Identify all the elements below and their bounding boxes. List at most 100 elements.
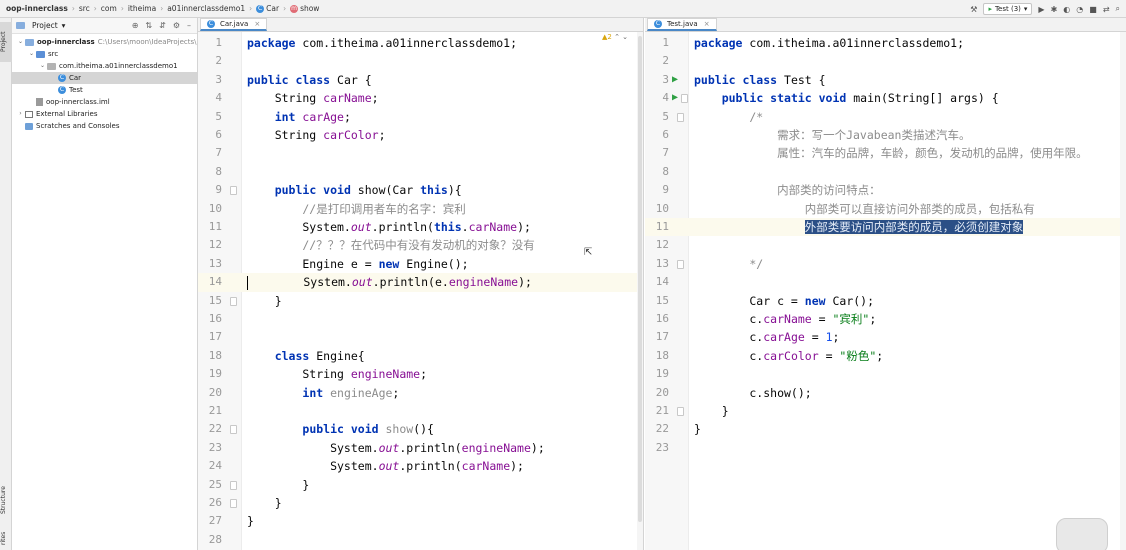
run-gutter-icon[interactable]: ▶ — [672, 74, 678, 86]
expand-all-icon[interactable]: ⇵ — [159, 21, 166, 30]
code-line[interactable]: 23 — [645, 439, 1126, 457]
breadcrumb-item[interactable]: C Car — [256, 4, 279, 13]
code-line[interactable]: 9 内部类的访问特点： — [645, 181, 1126, 199]
minimize-icon[interactable]: – — [187, 21, 191, 30]
code-line[interactable]: 7 属性：汽车的品牌，车龄，颜色，发动机的品牌，使用年限。 — [645, 144, 1126, 162]
run-config-select[interactable]: ▸ Test (3) ▾ — [983, 3, 1033, 15]
code-line[interactable]: 2 — [198, 52, 643, 70]
code-line[interactable]: 5 /* — [645, 108, 1126, 126]
run-icon[interactable]: ▶ — [1038, 5, 1044, 14]
tree-item[interactable]: C Car — [12, 72, 197, 84]
tree-item[interactable]: Scratches and Consoles — [12, 120, 197, 132]
tab-car-java[interactable]: C Car.java × — [200, 18, 268, 31]
code-line[interactable]: 28 — [198, 531, 643, 549]
code-line[interactable]: 1 package com.itheima.a01innerclassdemo1; — [198, 34, 643, 52]
tree-item[interactable]: oop-innerclass.iml — [12, 96, 197, 108]
breadcrumb-item[interactable]: m show — [290, 4, 319, 13]
code-line[interactable]: 26 } — [198, 494, 643, 512]
code-line[interactable]: 22} — [645, 420, 1126, 438]
code-line[interactable]: 10 //是打印调用者车的名字：宾利 — [198, 200, 643, 218]
code-line[interactable]: 14 System.out.println(e.engineName); — [198, 273, 643, 292]
fold-marker-icon[interactable] — [677, 259, 684, 269]
debug-icon[interactable]: ✱ — [1051, 5, 1058, 14]
code-line[interactable]: 8 — [645, 163, 1126, 181]
fold-marker-icon[interactable] — [677, 112, 684, 122]
code-line[interactable]: 13 Engine e = new Engine(); — [198, 255, 643, 273]
breadcrumb-item[interactable]: itheima — [128, 4, 156, 13]
fold-marker-icon[interactable] — [230, 499, 237, 508]
close-icon[interactable]: × — [704, 20, 710, 28]
code-line[interactable]: 17 — [198, 328, 643, 346]
code-line[interactable]: 18 class Engine{ — [198, 347, 643, 365]
code-line[interactable]: 24 System.out.println(carName); — [198, 457, 643, 475]
code-line[interactable]: 4 String carName; — [198, 89, 643, 107]
code-line[interactable]: 19 String engineName; — [198, 365, 643, 383]
code-line[interactable]: 5 int carAge; — [198, 108, 643, 126]
code-line[interactable]: 12 //？？？在代码中有没有发动机的对象？没有 — [198, 236, 643, 254]
stop-icon[interactable]: ■ — [1089, 5, 1097, 14]
tree-item[interactable]: › External Libraries — [12, 108, 197, 120]
tab-test-java[interactable]: C Test.java × — [647, 18, 717, 31]
code-line[interactable]: 22 public void show(){ — [198, 420, 643, 438]
search-icon[interactable]: ⌕ — [1116, 4, 1120, 14]
code-line[interactable]: 23 System.out.println(engineName); — [198, 439, 643, 457]
code-line[interactable]: 25 } — [198, 476, 643, 494]
tree-item[interactable]: ⌄ src — [12, 48, 197, 60]
other-tool-tab[interactable]: rites — [0, 526, 12, 550]
profile-icon[interactable]: ◔ — [1076, 5, 1083, 14]
code-line[interactable]: 17 c.carAge = 1; — [645, 328, 1126, 346]
fold-marker-icon[interactable] — [230, 186, 237, 196]
code-line[interactable]: 15 } — [198, 292, 643, 310]
inspection-widget[interactable]: ▲2 ⌃ ⌄ — [602, 33, 628, 41]
close-icon[interactable]: × — [254, 20, 260, 28]
breadcrumb-item[interactable]: src — [79, 4, 90, 13]
code-line[interactable]: 4 ▶ public static void main(String[] args… — [645, 89, 1126, 107]
breadcrumb-item[interactable]: com — [101, 4, 117, 13]
fold-marker-icon[interactable] — [230, 425, 237, 435]
code-line[interactable]: 11 外部类要访问内部类的成员，必须创建对象 — [645, 218, 1126, 237]
code-line[interactable]: 6 String carColor; — [198, 126, 643, 144]
code-line[interactable]: 18 c.carColor = "粉色"; — [645, 347, 1126, 365]
tree-item[interactable]: C Test — [12, 84, 197, 96]
code-line[interactable]: 20 int engineAge; — [198, 384, 643, 402]
code-line[interactable]: 13 */ — [645, 255, 1126, 273]
translate-icon[interactable]: ⇄ — [1103, 5, 1110, 14]
chevron-icon[interactable]: › — [16, 108, 25, 120]
chevron-down-icon[interactable]: ▾ — [62, 21, 66, 30]
code-line[interactable]: 21 } — [645, 402, 1126, 420]
chevron-icon[interactable]: ⌄ — [16, 36, 25, 48]
breadcrumb-item[interactable]: oop-innerclass — [6, 4, 68, 13]
code-line[interactable]: 6 需求：写一个Javabean类描述汽车。 — [645, 126, 1126, 144]
code-line[interactable]: 20 c.show(); — [645, 384, 1126, 402]
code-line[interactable]: 10 内部类可以直接访问外部类的成员，包括私有 — [645, 200, 1126, 218]
code-line[interactable]: 9 public void show(Car this){ — [198, 181, 643, 199]
fold-marker-icon[interactable] — [677, 407, 684, 416]
fold-marker-icon[interactable] — [230, 480, 237, 490]
code-line[interactable]: 14 — [645, 273, 1126, 291]
breadcrumb-item[interactable]: a01innerclassdemo1 — [167, 4, 245, 13]
code-line[interactable]: 12 — [645, 236, 1126, 254]
code-line[interactable]: 16 c.carName = "宾利"; — [645, 310, 1126, 328]
chevron-icon[interactable]: ⌄ — [38, 60, 47, 72]
tree-item[interactable]: ⌄ oop-innerclass C:\Users\moon\IdeaProject… — [12, 36, 197, 48]
fold-marker-icon[interactable] — [230, 296, 237, 306]
code-line[interactable]: 11 System.out.println(this.carName); — [198, 218, 643, 236]
scrollbar[interactable] — [1120, 32, 1126, 550]
code-line[interactable]: 21 — [198, 402, 643, 420]
run-gutter-icon[interactable]: ▶ — [672, 92, 678, 104]
code-area[interactable]: 1 package com.itheima.a01innerclassdemo1;… — [645, 32, 1126, 550]
code-line[interactable]: 2 — [645, 52, 1126, 70]
code-line[interactable]: 15 Car c = new Car(); — [645, 292, 1126, 310]
project-tool-tab[interactable]: Project — [0, 22, 12, 62]
structure-tool-tab[interactable]: Structure — [0, 480, 12, 520]
code-line[interactable]: 3 public class Car { — [198, 71, 643, 89]
collapse-all-icon[interactable]: ⇅ — [145, 21, 152, 30]
project-view-select[interactable]: Project — [32, 21, 58, 30]
code-line[interactable]: 1 package com.itheima.a01innerclassdemo1; — [645, 34, 1126, 52]
code-line[interactable]: 8 — [198, 163, 643, 181]
scrollbar[interactable] — [637, 32, 643, 550]
tree-item[interactable]: ⌄ com.itheima.a01innerclassdemo1 — [12, 60, 197, 72]
code-line[interactable]: 3 ▶ public class Test { — [645, 71, 1126, 89]
code-line[interactable]: 7 — [198, 144, 643, 162]
fold-marker-icon[interactable] — [681, 94, 688, 104]
